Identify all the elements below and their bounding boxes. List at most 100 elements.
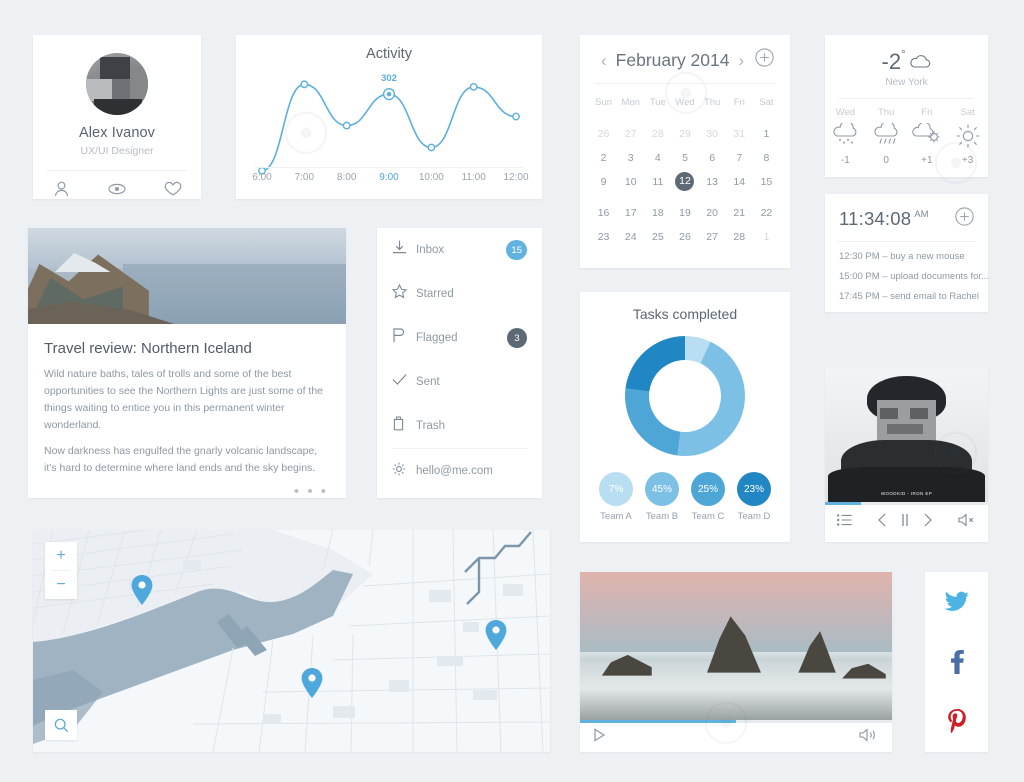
facebook-icon[interactable] — [925, 632, 988, 692]
calendar-card: ‹ February 2014 › Sun Mon Tue Wed Thu Fri Sat … — [580, 35, 790, 268]
mail-item[interactable]: Inbox 15 — [377, 228, 542, 272]
stat-likes[interactable]: 1,068 — [145, 181, 201, 199]
profile-role: UX/UI Designer — [80, 145, 154, 157]
calendar-day[interactable]: 20 — [699, 201, 726, 225]
forecast-temp: -1 — [840, 155, 850, 166]
mail-item-label: Flagged — [416, 332, 458, 344]
map-card[interactable]: + − — [33, 530, 550, 752]
calendar-day[interactable]: 30 — [699, 122, 726, 146]
map-pin-2[interactable] — [485, 620, 507, 650]
mail-item-list: Inbox 15 Starred Flagged 3 Sent Trash — [377, 228, 542, 448]
next-icon[interactable] — [923, 513, 933, 532]
calendar-day[interactable]: 12 — [671, 170, 698, 201]
donut-slice[interactable] — [625, 388, 681, 456]
map-pin-1[interactable] — [131, 575, 153, 605]
mail-item[interactable]: Starred — [377, 272, 542, 316]
volume-mute-icon[interactable] — [958, 512, 976, 532]
calendar-day[interactable]: 9 — [590, 170, 617, 201]
sun-icon — [947, 123, 988, 153]
donut-legend-item[interactable]: 45% Team B — [639, 472, 685, 522]
calendar-day[interactable]: 27 — [699, 225, 726, 249]
calendar-day[interactable]: 14 — [726, 170, 753, 201]
schedule-item[interactable]: 17:45 PM – send email to Rachel — [825, 282, 988, 302]
calendar-day[interactable]: 8 — [753, 146, 780, 170]
calendar-day[interactable]: 27 — [617, 122, 644, 146]
calendar-day[interactable]: 11 — [644, 170, 671, 201]
chevron-left-icon[interactable]: ‹ — [596, 52, 612, 69]
chevron-right-icon[interactable]: › — [734, 52, 750, 69]
chart-x-tick: 9:00 — [379, 172, 399, 183]
list-icon[interactable] — [837, 513, 852, 531]
calendar-day[interactable]: 13 — [699, 170, 726, 201]
calendar-day[interactable]: 1 — [753, 225, 780, 249]
clock-card: 11:34:08 AM 12:30 PM – buy a new mouse 1… — [825, 194, 988, 312]
forecast-temp: +3 — [961, 155, 974, 166]
video-player-card — [580, 572, 892, 752]
mail-item[interactable]: Sent — [377, 360, 542, 404]
mail-account-row[interactable]: hello@me.com — [377, 449, 542, 493]
plus-circle-icon[interactable] — [955, 207, 974, 231]
calendar-day[interactable]: 3 — [617, 146, 644, 170]
volume-icon[interactable] — [859, 728, 879, 747]
minus-icon[interactable]: − — [45, 571, 77, 599]
calendar-day[interactable]: 28 — [644, 122, 671, 146]
mail-item[interactable]: Flagged 3 — [377, 316, 542, 360]
calendar-days-grid: 26 27 28 29 30 31 1 2 3 4 5 6 7 8 9 10 11 12 13 14 15 16 17 18 1… — [580, 114, 790, 249]
ellipsis-icon[interactable]: • • • — [28, 477, 346, 498]
article-paragraph-1: Wild nature baths, tales of trolls and s… — [44, 368, 323, 431]
calendar-day[interactable]: 16 — [590, 201, 617, 225]
forecast-temp: +1 — [921, 155, 933, 166]
plus-circle-icon[interactable] — [755, 48, 774, 72]
calendar-day[interactable]: 26 — [671, 225, 698, 249]
calendar-day[interactable]: 24 — [617, 225, 644, 249]
mail-item[interactable]: Trash — [377, 404, 542, 448]
calendar-day[interactable]: 22 — [753, 201, 780, 225]
calendar-day[interactable]: 19 — [671, 201, 698, 225]
donut-legend: 7% Team A 45% Team B 25% Team C 23% Team D — [580, 472, 790, 522]
calendar-day[interactable]: 29 — [671, 122, 698, 146]
video-controls — [580, 723, 892, 752]
donut-slice[interactable] — [625, 336, 685, 392]
donut-legend-item[interactable]: 23% Team D — [731, 472, 777, 522]
calendar-day[interactable]: 25 — [644, 225, 671, 249]
calendar-day[interactable]: 23 — [590, 225, 617, 249]
calendar-day[interactable]: 5 — [671, 146, 698, 170]
mail-badge: 15 — [506, 240, 527, 260]
donut-legend-item[interactable]: 25% Team C — [685, 472, 731, 522]
calendar-day[interactable]: 17 — [617, 201, 644, 225]
calendar-day[interactable]: 6 — [699, 146, 726, 170]
calendar-day[interactable]: 21 — [726, 201, 753, 225]
chart-x-tick: 12:00 — [503, 172, 529, 183]
donut-legend-item[interactable]: 7% Team A — [593, 472, 639, 522]
calendar-day[interactable]: 15 — [753, 170, 780, 201]
map-pin-3[interactable] — [301, 668, 323, 698]
calendar-day[interactable]: 1 — [753, 122, 780, 146]
album-art: WOODKID - IRON EP — [825, 368, 988, 502]
forecast-day-name: Fri — [921, 107, 933, 118]
calendar-day[interactable]: 7 — [726, 146, 753, 170]
play-icon[interactable] — [593, 728, 606, 747]
schedule-item[interactable]: 12:30 PM – buy a new mouse — [825, 242, 988, 262]
calendar-day[interactable]: 2 — [590, 146, 617, 170]
stat-views[interactable]: 12,024 — [89, 181, 145, 199]
calendar-day[interactable]: 31 — [726, 122, 753, 146]
chart-x-ticks: 6:00 7:00 8:00 9:00 10:00 11:00 12:00 — [236, 172, 542, 188]
pinterest-icon[interactable] — [925, 692, 988, 752]
calendar-day[interactable]: 4 — [644, 146, 671, 170]
previous-icon[interactable] — [877, 513, 887, 532]
stat-followers[interactable]: 385 — [33, 181, 89, 199]
profile-stats: 385 12,024 1,068 — [33, 181, 201, 199]
forecast-day-name: Wed — [835, 107, 856, 118]
search-icon[interactable] — [45, 710, 77, 740]
video-frame[interactable] — [580, 572, 892, 720]
calendar-day[interactable]: 10 — [617, 170, 644, 201]
heart-icon — [145, 181, 201, 199]
twitter-icon[interactable] — [925, 572, 988, 632]
pause-icon[interactable] — [900, 513, 910, 532]
plus-icon[interactable]: + — [45, 542, 77, 570]
calendar-day[interactable]: 28 — [726, 225, 753, 249]
schedule-item[interactable]: 15:00 PM – upload documents for... — [825, 262, 988, 282]
calendar-day[interactable]: 26 — [590, 122, 617, 146]
calendar-dow: Tue — [649, 97, 666, 108]
calendar-day[interactable]: 18 — [644, 201, 671, 225]
